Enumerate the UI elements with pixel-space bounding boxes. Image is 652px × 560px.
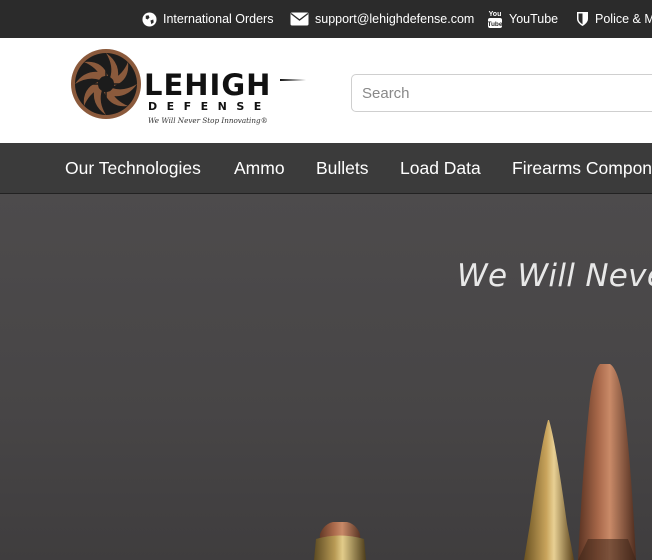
nav-item-ammo[interactable]: Ammo — [234, 143, 285, 193]
hero-banner[interactable]: We Will Never — [0, 194, 652, 560]
main-navigation: Our Technologies Ammo Bullets Load Data … — [0, 143, 652, 194]
international-orders-label: International Orders — [163, 12, 274, 26]
international-orders-link[interactable]: International Orders — [142, 0, 273, 38]
nav-item-bullets[interactable]: Bullets — [316, 143, 369, 193]
match-copper-bullet — [578, 364, 636, 560]
spire-point-bullet — [524, 420, 574, 560]
lehigh-defense-logo[interactable]: LEHIGH DEFENSE We Will Never Stop Innova… — [70, 48, 310, 133]
search-input[interactable] — [351, 74, 652, 112]
shield-icon — [577, 12, 588, 26]
globe-icon — [142, 11, 157, 27]
svg-text:You: You — [489, 11, 502, 18]
aperture-emblem-icon — [71, 49, 141, 119]
support-email-link[interactable]: support@lehighdefense.com — [290, 0, 474, 38]
logo-sub: DEFENSE — [148, 100, 271, 113]
hollow-point-bullet — [314, 522, 366, 560]
hero-bullets-image — [314, 364, 636, 560]
envelope-icon — [290, 12, 309, 26]
nav-item-load-data[interactable]: Load Data — [400, 143, 481, 193]
site-header: LEHIGH DEFENSE We Will Never Stop Innova… — [0, 38, 652, 143]
bullet-tip-icon — [280, 79, 306, 81]
nav-item-firearms-components[interactable]: Firearms Compon — [512, 143, 652, 193]
youtube-icon: You Tube — [487, 11, 503, 28]
logo-tagline: We Will Never Stop Innovating® — [148, 116, 268, 125]
support-email-label: support@lehighdefense.com — [315, 12, 475, 26]
logo-wordmark: LEHIGH — [144, 68, 271, 102]
youtube-label: YouTube — [509, 12, 559, 26]
police-military-label: Police & Mi — [595, 12, 652, 26]
svg-text:Tube: Tube — [487, 21, 502, 28]
nav-item-our-technologies[interactable]: Our Technologies — [65, 143, 201, 193]
youtube-link[interactable]: You Tube YouTube — [487, 0, 558, 38]
top-utility-bar: International Orders support@lehighdefen… — [0, 0, 652, 38]
police-military-link[interactable]: Police & Mi — [576, 0, 652, 38]
